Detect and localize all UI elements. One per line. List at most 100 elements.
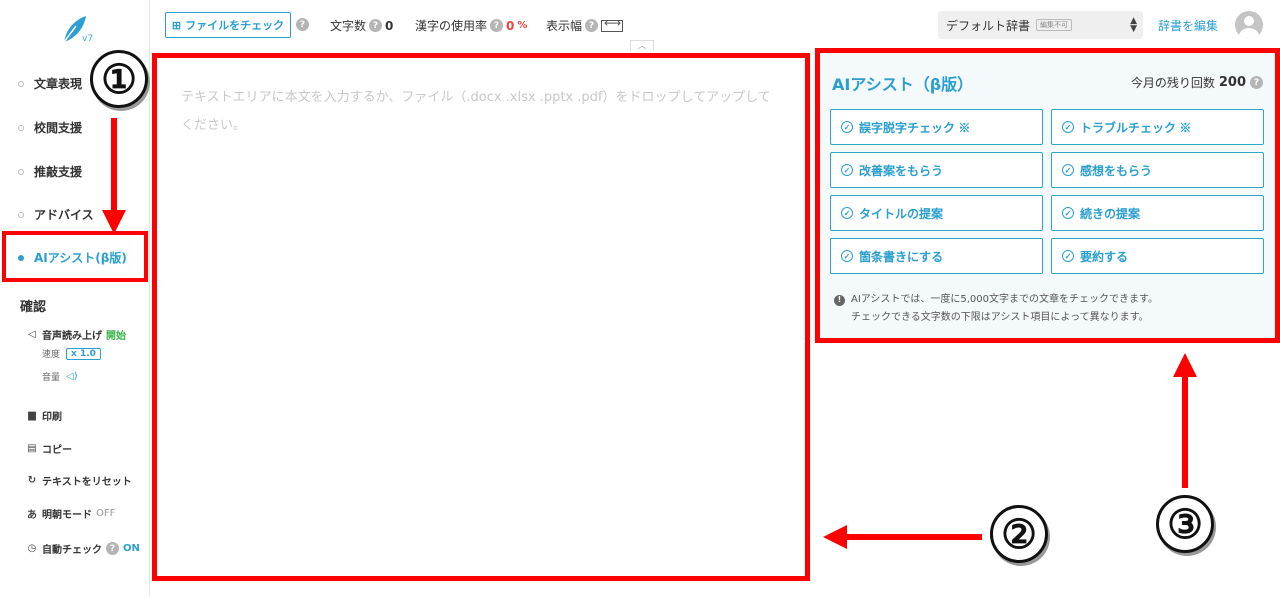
print-label: 印刷 — [42, 412, 62, 423]
help-icon[interactable]: ? — [490, 19, 504, 32]
kanji-rate-unit: % — [517, 20, 528, 31]
user-avatar-icon[interactable] — [1235, 11, 1263, 39]
reset-button[interactable]: ↻ テキストをリセット — [26, 473, 132, 488]
nav-dot-icon — [18, 124, 24, 131]
print-button[interactable]: ▆ 印刷 — [26, 408, 62, 423]
kanji-rate-label: 漢字の使用率 — [415, 19, 488, 33]
check-circle-icon: ✓ — [841, 207, 853, 219]
mincho-toggle[interactable]: あ 明朝モード OFF — [26, 506, 115, 521]
nav-item-proofreading[interactable]: 校閲支援 — [18, 119, 82, 136]
speaker-icon: ◁ — [28, 329, 36, 340]
ai-assist-panel: AIアシスト（β版） 今月の残り回数 200 ? ✓ 誤字脱字チェック ※ ✓ … — [815, 48, 1280, 343]
dictionary-readonly-tag: 編集不可 — [1036, 19, 1073, 31]
remaining-value: 200 — [1218, 75, 1246, 90]
copy-label: コピー — [42, 445, 72, 456]
help-icon[interactable]: ? — [106, 542, 119, 555]
ai-note-line2: チェックできる文字数の下限はアシスト項目によって異なります。 — [851, 312, 1149, 323]
autocheck-label: 自動チェック — [42, 545, 102, 556]
reset-label: テキストをリセット — [42, 477, 132, 488]
help-icon[interactable]: ? — [1250, 76, 1263, 89]
speed-button[interactable]: x 1.0 — [66, 347, 101, 360]
width-toggle-icon[interactable] — [601, 16, 624, 32]
title-suggest-button[interactable]: ✓ タイトルの提案 — [830, 195, 1043, 231]
annotation-number-2: ② — [990, 505, 1048, 563]
editor-placeholder: テキストエリアに本文を入力するか、ファイル（.docx .xlsx .pptx … — [181, 90, 771, 133]
file-check-label: ファイルをチェック — [185, 20, 285, 32]
nav-item-polishing[interactable]: 推敲支援 — [18, 163, 82, 180]
remaining-label: 今月の残り回数 — [1130, 76, 1215, 90]
volume-label: 音量 — [42, 373, 61, 383]
display-width: 表示幅 ? — [546, 16, 624, 34]
timer-icon: ◷ — [27, 543, 37, 554]
select-arrows-icon: ▲ ▼ — [1130, 16, 1137, 34]
help-icon[interactable]: ? — [296, 18, 309, 31]
ai-note-line1: AIアシストでは、一度に5,000文字までの文章をチェックできます。 — [851, 294, 1159, 305]
tts-label: 音声読み上げ — [42, 331, 102, 342]
nav-item-advice[interactable]: アドバイス — [18, 206, 94, 223]
kanji-rate-value: 0 — [506, 18, 515, 33]
nav-dot-icon — [18, 211, 24, 218]
check-circle-icon: ✓ — [1062, 250, 1074, 262]
kanji-rate: 漢字の使用率 ? 0% — [415, 17, 527, 34]
ai-button-label: 感想をもらう — [1080, 163, 1153, 178]
file-add-icon: ⊞ — [171, 19, 182, 32]
nav-item-label: アドバイス — [34, 208, 94, 222]
edit-dictionary-link[interactable]: 辞書を編集 — [1158, 17, 1218, 34]
copy-button[interactable]: ▤ コピー — [26, 441, 72, 456]
ai-button-label: 続きの提案 — [1080, 206, 1141, 221]
trouble-check-button[interactable]: ✓ トラブルチェック ※ — [1051, 109, 1264, 145]
continuation-button[interactable]: ✓ 続きの提案 — [1051, 195, 1264, 231]
topbar: ⊞ ファイルをチェック ? 文字数 ? 0 漢字の使用率 ? 0% 表示幅 ? … — [150, 0, 1280, 48]
tts-control: ◁ 音声読み上げ 開始 — [26, 327, 126, 342]
remaining-count: 今月の残り回数 200 ? — [1131, 74, 1263, 91]
ai-button-label: トラブルチェック ※ — [1080, 120, 1192, 135]
annotation-highlight-box — [2, 231, 148, 282]
impression-button[interactable]: ✓ 感想をもらう — [1051, 152, 1264, 188]
speed-label: 速度 — [42, 350, 61, 360]
annotation-number-3: ③ — [1156, 495, 1214, 553]
warning-icon: ! — [834, 294, 845, 306]
check-circle-icon: ✓ — [1062, 121, 1074, 133]
copy-icon: ▤ — [27, 443, 37, 454]
check-circle-icon: ✓ — [841, 250, 853, 262]
ai-button-label: タイトルの提案 — [859, 206, 944, 221]
ai-panel-title: AIアシスト（β版） — [832, 75, 974, 94]
nav-item-expression[interactable]: 文章表現 — [18, 75, 82, 92]
volume-row: 音量 ◁) — [42, 370, 78, 383]
check-circle-icon: ✓ — [841, 121, 853, 133]
help-icon[interactable]: ? — [369, 19, 383, 32]
improvement-button[interactable]: ✓ 改善案をもらう — [830, 152, 1043, 188]
bullet-points-button[interactable]: ✓ 箇条書きにする — [830, 238, 1043, 274]
file-check-button[interactable]: ⊞ ファイルをチェック — [165, 12, 291, 38]
tts-start-button[interactable]: 開始 — [106, 327, 126, 342]
check-circle-icon: ✓ — [841, 164, 853, 176]
volume-icon[interactable]: ◁) — [66, 371, 78, 382]
dictionary-value: デフォルト辞書 — [946, 18, 1031, 33]
check-circle-icon: ✓ — [1062, 207, 1074, 219]
summarize-button[interactable]: ✓ 要約する — [1051, 238, 1264, 274]
version-label: v7 — [82, 34, 94, 44]
ai-note: ! AIアシストでは、一度に5,000文字までの文章をチェックできます。 チェック… — [834, 291, 1158, 327]
nav-dot-icon — [18, 80, 24, 87]
nav-item-label: 文章表現 — [34, 77, 83, 91]
ai-button-label: 誤字脱字チェック ※ — [859, 120, 971, 135]
ai-button-label: 改善案をもらう — [859, 163, 944, 178]
display-width-label: 表示幅 — [546, 19, 583, 33]
ai-button-label: 要約する — [1080, 249, 1129, 264]
mincho-label: 明朝モード — [42, 510, 92, 521]
speed-row: 速度 x 1.0 — [42, 347, 101, 360]
dictionary-select[interactable]: デフォルト辞書 編集不可 ▲ ▼ — [938, 11, 1143, 39]
help-icon[interactable]: ? — [585, 19, 599, 32]
mincho-state: OFF — [96, 508, 116, 519]
collapse-chevron-icon[interactable]: ︿ — [630, 40, 654, 50]
nav-item-label: 推敲支援 — [34, 165, 83, 179]
reset-icon: ↻ — [27, 475, 37, 486]
typo-check-button[interactable]: ✓ 誤字脱字チェック ※ — [830, 109, 1043, 145]
char-count-value: 0 — [385, 18, 394, 33]
text-editor[interactable]: テキストエリアに本文を入力するか、ファイル（.docx .xlsx .pptx … — [152, 53, 810, 581]
app-root: v7 文章表現 校閲支援 推敲支援 アドバイス AIアシスト(β版) 確認 ◁ … — [0, 0, 1280, 597]
annotation-number-1: ① — [90, 50, 148, 108]
autocheck-toggle[interactable]: ◷ 自動チェック ? ON — [26, 541, 140, 556]
check-circle-icon: ✓ — [1062, 164, 1074, 176]
nav-dot-icon — [18, 168, 24, 175]
